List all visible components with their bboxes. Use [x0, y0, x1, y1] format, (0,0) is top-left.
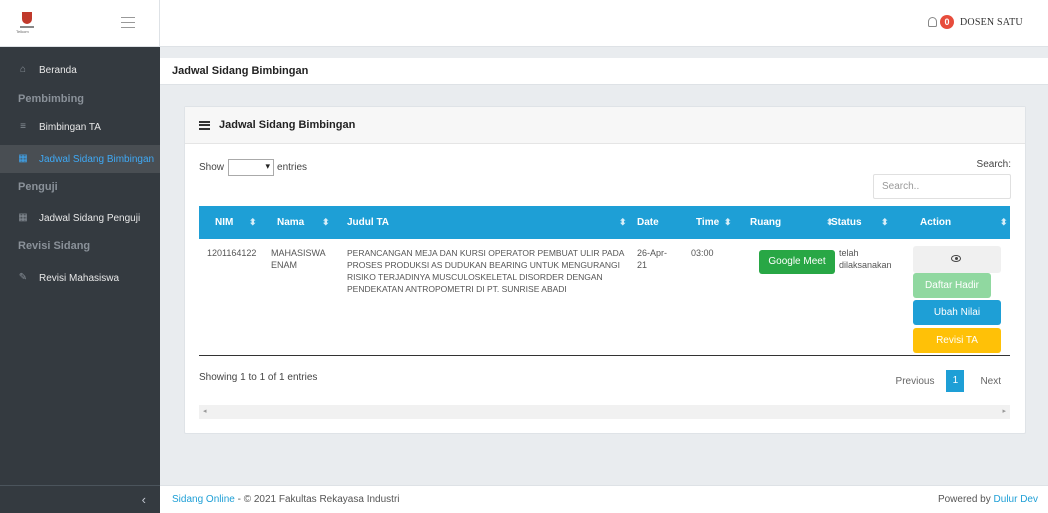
show-label: Show [199, 162, 225, 173]
sidebar-item-revisi-mahasiswa[interactable]: ✎ Revisi Mahasiswa [0, 264, 160, 292]
search-input[interactable]: Search.. [873, 174, 1011, 199]
brand-area: Telkom [0, 0, 160, 47]
col-time[interactable]: Time ⬍ [696, 206, 732, 239]
list-icon [199, 120, 210, 130]
col-nama[interactable]: Nama ⬍ [277, 206, 330, 239]
sidebar-header-penguji: Penguji [18, 181, 58, 193]
list-icon: ≡ [20, 121, 26, 132]
google-meet-button[interactable]: Google Meet [759, 250, 835, 274]
next-button[interactable]: Next [980, 376, 1001, 387]
cell-nama: MAHASISWA ENAM [271, 248, 326, 270]
calendar-icon: ▦ [18, 153, 28, 164]
sidebar-item-label: Jadwal Sidang Bimbingan [39, 153, 155, 165]
horizontal-scrollbar[interactable]: ◂ ▸ [199, 405, 1010, 419]
col-nim[interactable]: NIM ⬍ [215, 206, 257, 239]
user-menu[interactable]: DOSEN SATU [960, 17, 1023, 28]
card-header: Jadwal Sidang Bimbingan [185, 107, 1025, 144]
daftar-hadir-button[interactable]: Daftar Hadir [913, 273, 991, 298]
calendar-icon: ▦ [18, 212, 28, 223]
schedule-table: NIM ⬍ Nama ⬍ Judul TA ⬍ Date Time ⬍ Ruang ⬍ S… [199, 206, 1010, 356]
eye-icon [951, 255, 961, 262]
top-navbar: 0 DOSEN SATU [160, 0, 1048, 47]
scroll-left-icon[interactable]: ◂ [203, 407, 207, 415]
entries-label: entries [277, 162, 308, 173]
search-label: Search: [976, 159, 1011, 170]
menu-toggle-icon[interactable] [121, 17, 135, 28]
page-title: Jadwal Sidang Bimbingan [172, 65, 309, 77]
cell-date: 26-Apr-21 [637, 248, 668, 270]
telkom-logo[interactable]: Telkom [16, 12, 34, 34]
sort-icon: ⬍ [249, 217, 257, 227]
sort-icon: ⬍ [881, 217, 889, 227]
sidebar-item-label: Jadwal Sidang Penguji [39, 212, 141, 224]
sidebar-item-label: Revisi Mahasiswa [39, 272, 120, 284]
cell-nim: 1201164122 [207, 248, 257, 258]
entries-length-control: Show ▾ entries [199, 159, 307, 176]
sidebar-item-jadwal-sidang-penguji[interactable]: ▦ Jadwal Sidang Penguji [0, 204, 160, 232]
table-header: NIM ⬍ Nama ⬍ Judul TA ⬍ Date Time ⬍ Ruang ⬍ S… [199, 206, 1010, 239]
sort-icon: ⬍ [619, 217, 627, 227]
sidebar: Telkom ⌂ Beranda Pembimbing ≡ Bimbingan … [0, 0, 160, 513]
edit-icon: ✎ [18, 272, 28, 283]
sort-icon: ⬍ [1000, 217, 1008, 227]
col-status[interactable]: Status ⬍ [831, 206, 889, 239]
sidebar-item-jadwal-sidang-bimbingan[interactable]: ▦ Jadwal Sidang Bimbingan [0, 145, 160, 173]
table-info: Showing 1 to 1 of 1 entries [199, 372, 318, 383]
sidebar-header-pembimbing: Pembimbing [18, 93, 85, 105]
footer: Sidang Online - © 2021 Fakultas Rekayasa… [160, 485, 1048, 513]
content-header: Jadwal Sidang Bimbingan [160, 58, 1048, 85]
sidebar-collapse-bar[interactable]: ‹ [0, 485, 160, 513]
pagination: Previous 1 Next [896, 370, 1001, 392]
footer-left: Sidang Online - © 2021 Fakultas Rekayasa… [172, 494, 400, 505]
view-button[interactable] [913, 246, 1001, 273]
sidebar-item-beranda[interactable]: ⌂ Beranda [0, 56, 160, 84]
sidebar-item-label: Bimbingan TA [39, 121, 101, 133]
copyright-text: - © 2021 Fakultas Rekayasa Industri [234, 494, 400, 505]
col-judul[interactable]: Judul TA ⬍ [347, 206, 627, 239]
sidebar-item-bimbingan-ta[interactable]: ≡ Bimbingan TA [0, 113, 160, 141]
sidebar-header-revisi-sidang: Revisi Sidang [18, 240, 91, 252]
dev-link[interactable]: Dulur Dev [994, 494, 1038, 505]
bell-icon[interactable] [928, 17, 937, 27]
home-icon: ⌂ [19, 64, 27, 75]
revisi-ta-button[interactable]: Revisi TA [913, 328, 1001, 353]
cell-time: 03:00 [691, 248, 714, 258]
col-date[interactable]: Date [637, 206, 659, 239]
col-action[interactable]: Action ⬍ [920, 206, 1008, 239]
chevron-down-icon: ▾ [265, 161, 271, 171]
footer-right: Powered by Dulur Dev [938, 494, 1038, 505]
app-link[interactable]: Sidang Online [172, 494, 235, 505]
entries-select[interactable]: ▾ [228, 159, 275, 176]
ubah-nilai-button[interactable]: Ubah Nilai [913, 300, 1001, 325]
cell-status: telah dilaksanakan [839, 248, 892, 270]
card-title: Jadwal Sidang Bimbingan [219, 119, 356, 131]
cell-judul: PERANCANGAN MEJA DAN KURSI OPERATOR PEMB… [347, 248, 624, 294]
col-ruang[interactable]: Ruang ⬍ [750, 206, 834, 239]
sort-icon: ⬍ [724, 217, 732, 227]
chevron-left-icon[interactable]: ‹ [142, 492, 146, 507]
schedule-card: Jadwal Sidang Bimbingan Show ▾ entries S… [184, 106, 1026, 434]
page-button-current[interactable]: 1 [946, 370, 965, 392]
sidebar-item-label: Beranda [39, 64, 77, 76]
powered-by-text: Powered by [937, 494, 994, 505]
scroll-right-icon[interactable]: ▸ [1002, 407, 1006, 415]
previous-button[interactable]: Previous [896, 376, 935, 387]
notification-badge[interactable]: 0 [940, 15, 954, 29]
table-row: 1201164122 MAHASISWA ENAM PERANCANGAN ME… [199, 239, 1010, 356]
sort-icon: ⬍ [322, 217, 330, 227]
